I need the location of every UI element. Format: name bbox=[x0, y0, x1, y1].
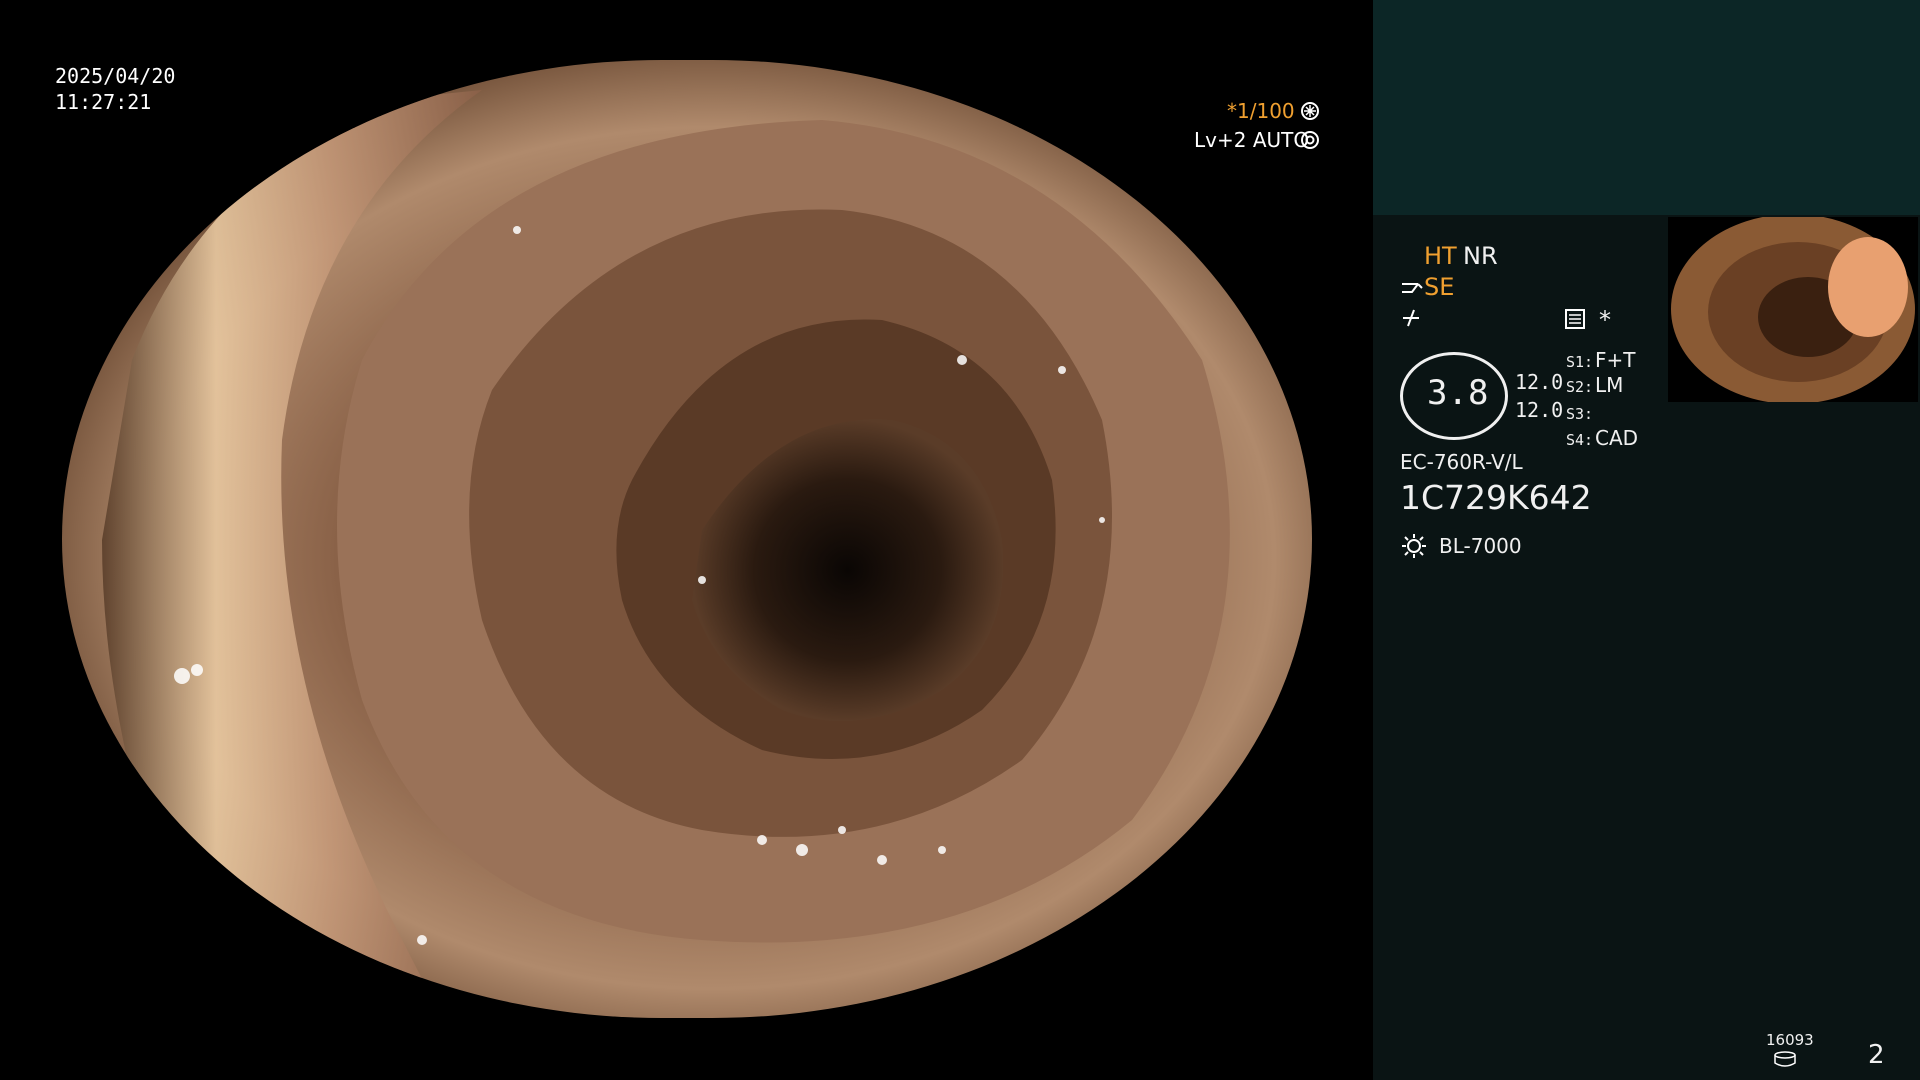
storage-icon bbox=[1773, 1051, 1797, 1071]
s4-label: S4: bbox=[1566, 431, 1594, 449]
se-indicator: SE bbox=[1424, 273, 1455, 301]
scope-model: EC-760R-V/L bbox=[1400, 450, 1523, 474]
level-display: Lv+2 AUTO bbox=[1194, 128, 1310, 152]
flash-icon bbox=[1401, 308, 1421, 332]
light-source: BL-7000 bbox=[1439, 534, 1522, 558]
s2-value: LM bbox=[1595, 373, 1624, 397]
value-1: 12.0 bbox=[1515, 370, 1564, 394]
s1-value: F+T bbox=[1595, 348, 1636, 372]
capture-thumbnail bbox=[1668, 217, 1918, 402]
panel-header-area bbox=[1373, 0, 1920, 215]
image-count: 16093 bbox=[1766, 1031, 1814, 1049]
sun-icon bbox=[1400, 532, 1428, 564]
scope-tip-icon bbox=[1400, 278, 1424, 302]
s3-label: S3: bbox=[1566, 405, 1594, 423]
nr-indicator: NR bbox=[1463, 242, 1498, 270]
magnification-value: 3.8 bbox=[1427, 373, 1489, 413]
page-number: 2 bbox=[1868, 1040, 1885, 1070]
list-icon bbox=[1564, 308, 1586, 334]
colon-lumen-image bbox=[62, 60, 1312, 1018]
info-panel: HT NR SE * 3.8 12.0 12.0 S1: F+T S2: LM … bbox=[1373, 0, 1920, 1080]
s2-label: S2: bbox=[1566, 378, 1594, 396]
date-display: 2025/04/20 bbox=[55, 64, 176, 88]
endoscope-view bbox=[62, 60, 1312, 1018]
time-display: 11:27:21 bbox=[55, 90, 152, 114]
asterisk-indicator: * bbox=[1599, 306, 1611, 334]
ht-indicator: HT bbox=[1424, 242, 1457, 270]
value-2: 12.0 bbox=[1515, 398, 1564, 422]
settings-dial-icon bbox=[1300, 130, 1320, 154]
shutter-dial-icon bbox=[1300, 101, 1320, 125]
s1-label: S1: bbox=[1566, 353, 1594, 371]
shutter-speed: *1/100 bbox=[1227, 99, 1295, 123]
scope-serial: 1C729K642 bbox=[1400, 478, 1592, 517]
s4-value: CAD bbox=[1595, 426, 1639, 450]
